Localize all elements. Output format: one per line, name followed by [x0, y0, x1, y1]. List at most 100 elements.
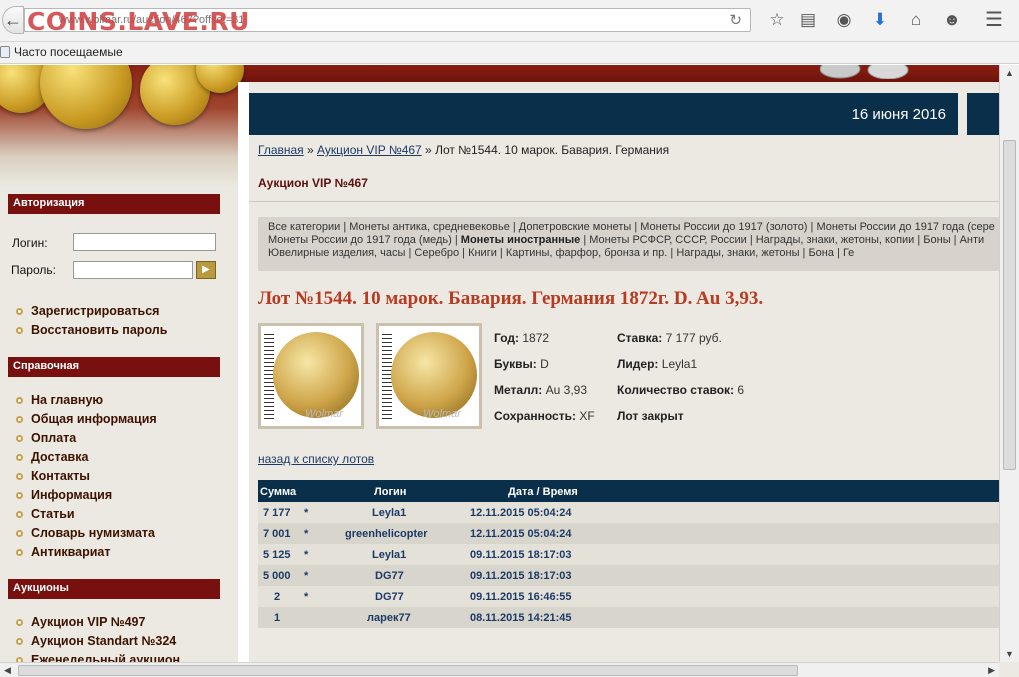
current-date: 16 июня 2016	[851, 106, 946, 123]
scroll-down-icon[interactable]: ▼	[1005, 649, 1014, 659]
table-row: 5 125 * Leyla1 09.11.2015 18:17:03	[258, 544, 999, 565]
bid-auto-mark: *	[304, 507, 309, 519]
coin-obverse-photo[interactable]: Wolmar	[258, 323, 364, 429]
bid-auto-mark: *	[304, 591, 309, 603]
bids-table-body: 7 177 * Leyla1 12.11.2015 05:04:24 7 001…	[258, 502, 999, 628]
bid-login: greenhelicopter	[345, 528, 428, 540]
bid-login: Leyla1	[372, 549, 407, 561]
category-line-1[interactable]: Все категории | Монеты антика, средневек…	[268, 221, 999, 234]
coin-obverse-image	[273, 332, 359, 418]
breadcrumb-separator: »	[303, 143, 318, 157]
star-bookmark-icon[interactable]: ☆	[766, 9, 788, 31]
sidebar-item-contacts[interactable]: Контакты	[16, 469, 157, 488]
site-watermark: COINS.LAVE.RU	[27, 7, 250, 36]
auth-heading: Авторизация	[8, 194, 220, 214]
back-to-lots-link[interactable]: назад к списку лотов	[258, 452, 374, 466]
coin-reverse-photo[interactable]: Wolmar	[376, 323, 482, 429]
menu-icon[interactable]: ☰	[983, 9, 1005, 31]
breadcrumb-home-link[interactable]: Главная	[258, 143, 304, 157]
bullet-icon	[16, 327, 23, 334]
bid-sum: 7 001	[263, 528, 291, 540]
reading-list-icon[interactable]: ▤	[797, 9, 819, 31]
horizontal-scrollbar[interactable]: ◀ ▶	[0, 662, 999, 677]
bookmarks-bar: Часто посещаемые	[0, 42, 1019, 64]
sidebar-item-delivery[interactable]: Доставка	[16, 450, 157, 469]
bid-sum: 7 177	[263, 507, 291, 519]
category-menu: Все категории | Монеты антика, средневек…	[258, 217, 999, 271]
bid-auto-mark: *	[304, 528, 309, 540]
bullet-icon	[16, 638, 23, 645]
password-input[interactable]	[73, 261, 193, 279]
column-sum: Сумма	[260, 486, 297, 498]
bookmark-most-visited[interactable]: Часто посещаемые	[14, 45, 123, 59]
sidebar-item-antiques[interactable]: Антиквариат	[16, 545, 157, 564]
category-line-3[interactable]: Ювелирные изделия, часы | Серебро | Книг…	[268, 247, 999, 260]
sidebar-item-information[interactable]: Информация	[16, 488, 157, 507]
bid-datetime: 09.11.2015 18:17:03	[470, 549, 572, 561]
bid-sum: 2	[274, 591, 281, 603]
main-content: 16 июня 2016 Главная » Аукцион VIP №467 …	[249, 82, 999, 677]
breadcrumb-auction-link[interactable]: Аукцион VIP №467	[317, 143, 422, 157]
bid-login: ларек77	[367, 612, 411, 624]
browser-toolbar: ← www.wolmar.ru/auction/467?offset=31 ↻ …	[0, 0, 1019, 42]
download-icon[interactable]: ⬇	[869, 9, 891, 31]
login-submit-button[interactable]: ▶	[196, 261, 216, 279]
lot-leader: Лидер: Leyla1	[617, 357, 698, 371]
bid-sum: 5 000	[263, 570, 291, 582]
back-arrow-icon[interactable]: ←	[2, 6, 24, 34]
vertical-scrollbar[interactable]: ▲ ▼	[999, 65, 1019, 662]
bid-datetime: 09.11.2015 18:17:03	[470, 570, 572, 582]
bid-login: DG77	[375, 591, 404, 603]
sidebar-item-auction-standart[interactable]: Аукцион Standart №324	[16, 634, 180, 653]
chat-icon[interactable]: ☻	[941, 9, 963, 31]
bid-sum: 1	[274, 612, 281, 624]
login-input[interactable]	[73, 233, 216, 251]
date-bar: 16 июня 2016	[249, 93, 958, 135]
bookmark-folder-icon	[0, 46, 10, 58]
scroll-right-icon[interactable]: ▶	[988, 665, 995, 676]
reload-icon[interactable]: ↻	[729, 11, 742, 29]
divider	[249, 201, 999, 202]
bids-table-header: Сумма Логин Дата / Время	[258, 480, 999, 502]
sidebar-item-home[interactable]: На главную	[16, 393, 157, 412]
bullet-icon	[16, 416, 23, 423]
column-datetime: Дата / Время	[508, 486, 578, 498]
register-link[interactable]: Зарегистрироваться	[16, 304, 167, 323]
gold-coin-icon	[40, 65, 132, 129]
login-label: Логин:	[12, 236, 48, 250]
bid-datetime: 12.11.2015 05:04:24	[470, 507, 572, 519]
breadcrumb: Главная » Аукцион VIP №467 » Лот №1544. …	[258, 143, 669, 157]
coin-reverse-image	[391, 332, 477, 418]
bid-datetime: 09.11.2015 16:46:55	[470, 591, 572, 603]
bid-login: DG77	[375, 570, 404, 582]
horizontal-scroll-thumb[interactable]	[18, 665, 798, 676]
photo-watermark: Wolmar	[423, 408, 461, 420]
vertical-scroll-thumb[interactable]	[1003, 140, 1016, 470]
lot-year: Год: 1872	[494, 331, 550, 345]
breadcrumb-current: Лот №1544. 10 марок. Бавария. Германия	[435, 143, 670, 157]
sidebar-item-general-info[interactable]: Общая информация	[16, 412, 157, 431]
pocket-icon[interactable]: ◉	[833, 9, 855, 31]
lot-grade: Сохранность: XF	[494, 409, 595, 423]
bullet-icon	[16, 511, 23, 518]
password-label: Пароль:	[11, 263, 56, 277]
table-row: 5 000 * DG77 09.11.2015 18:17:03	[258, 565, 999, 586]
breadcrumb-separator: »	[421, 143, 436, 157]
auth-links: Зарегистрироваться Восстановить пароль	[16, 304, 167, 342]
scroll-up-icon[interactable]: ▲	[1005, 68, 1014, 78]
sidebar-item-auction-vip[interactable]: Аукцион VIP №497	[16, 615, 180, 634]
category-foreign-coins-active[interactable]: Монеты иностранные	[461, 234, 580, 246]
restore-password-link[interactable]: Восстановить пароль	[16, 323, 167, 342]
column-login: Логин	[374, 486, 407, 498]
sidebar-item-payment[interactable]: Оплата	[16, 431, 157, 450]
home-icon[interactable]: ⌂	[905, 9, 927, 31]
auction-title: Аукцион VIP №467	[258, 176, 368, 190]
category-line-2[interactable]: Монеты России до 1917 года (медь) | Моне…	[268, 234, 999, 247]
table-row: 7 177 * Leyla1 12.11.2015 05:04:24	[258, 502, 999, 523]
sidebar-item-articles[interactable]: Статьи	[16, 507, 157, 526]
scroll-left-icon[interactable]: ◀	[4, 665, 11, 676]
bid-datetime: 12.11.2015 05:04:24	[470, 528, 572, 540]
bullet-icon	[16, 619, 23, 626]
sidebar-item-glossary[interactable]: Словарь нумизмата	[16, 526, 157, 545]
header-silver-coins-icon	[820, 65, 909, 79]
